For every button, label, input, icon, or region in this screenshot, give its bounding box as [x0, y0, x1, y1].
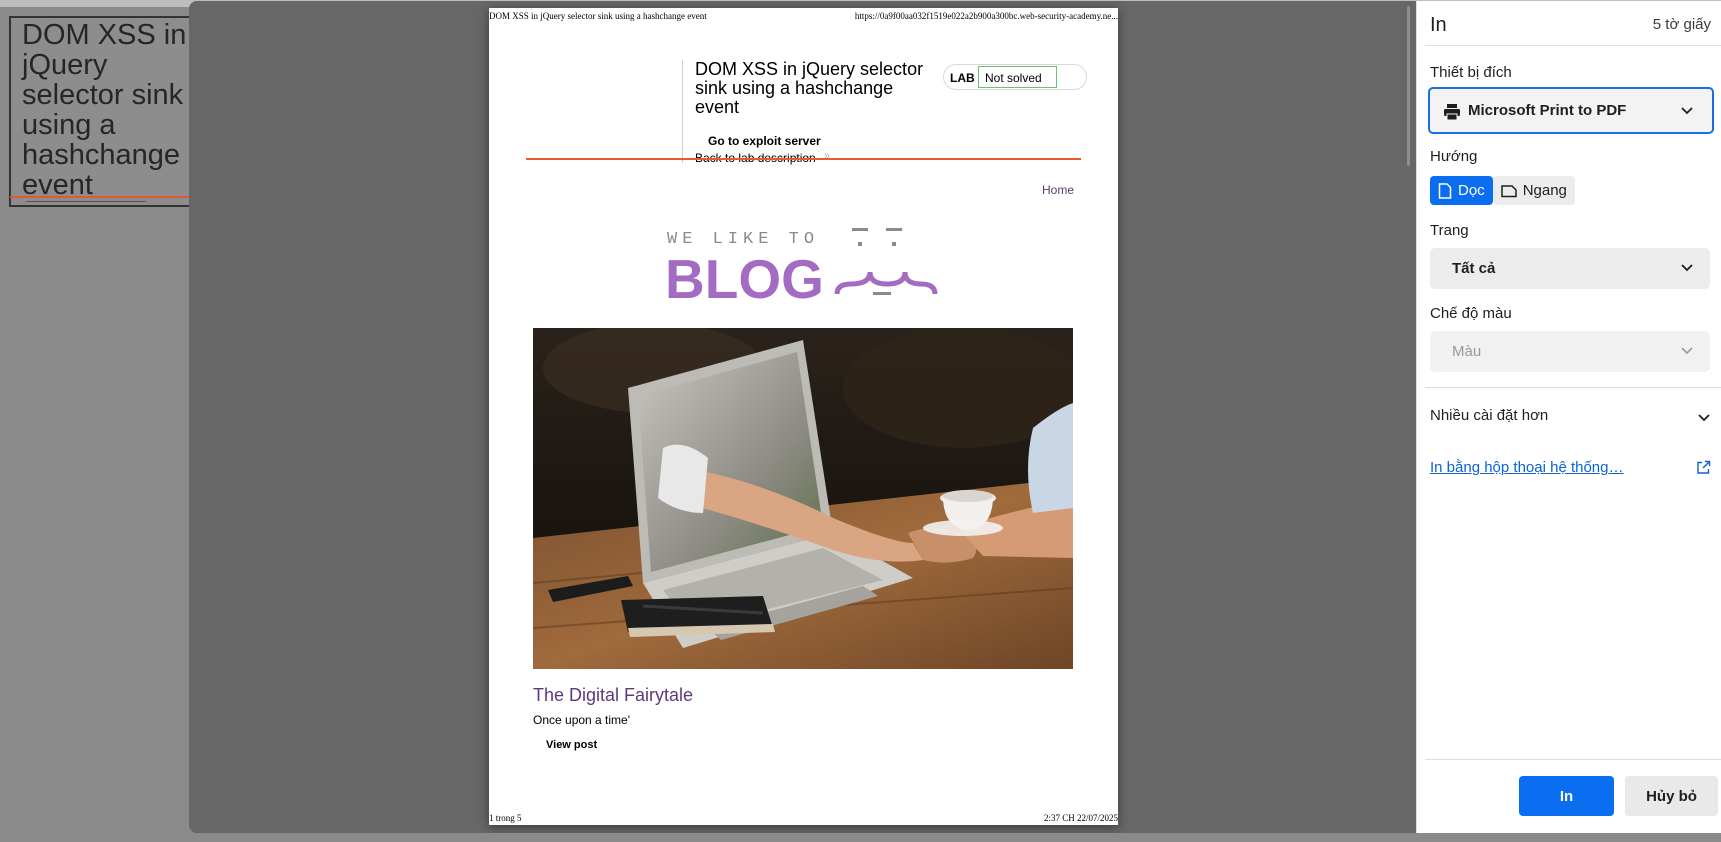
page-footer-page-count: 1 trong 5 [489, 813, 522, 823]
post-image [533, 328, 1073, 669]
destination-select[interactable]: Microsoft Print to PDF [1428, 87, 1714, 134]
blog-logo-top-text: WE LIKE TO [667, 230, 819, 249]
print-preview-area[interactable]: DOM XSS in jQuery selector sink using a … [189, 1, 1416, 833]
exploit-server-link: Go to exploit server [708, 134, 821, 148]
orientation-toggle: Dọc Ngang [1430, 176, 1575, 205]
chevron-down-icon[interactable] [1697, 410, 1711, 424]
orientation-portrait-button[interactable]: Dọc [1430, 176, 1493, 205]
page-footer-timestamp: 2:37 CH 22/07/2025 [1043, 813, 1118, 823]
lab-status-badge: LAB Not solved [943, 64, 1087, 90]
lab-badge-label: LAB [950, 71, 975, 85]
destination-label: Thiết bị đích [1430, 64, 1512, 81]
color-mode-select[interactable]: Màu [1430, 331, 1710, 372]
background-divider [26, 201, 146, 202]
blog-logo: WE LIKE TO BLOG [665, 228, 938, 310]
print-button[interactable]: In [1519, 776, 1614, 816]
lab-header-divider [682, 60, 683, 163]
footer-divider [1425, 759, 1721, 760]
print-settings-panel: In 5 tờ giấy Thiết bị đích Microsoft Pri… [1416, 1, 1721, 833]
preview-page: DOM XSS in jQuery selector sink using a … [489, 8, 1118, 825]
blog-logo-main-text: BLOG [665, 248, 824, 310]
printer-icon [1444, 104, 1460, 121]
chevron-down-icon [1681, 347, 1693, 355]
sheet-count: 5 tờ giấy [1652, 16, 1711, 33]
destination-value: Microsoft Print to PDF [1468, 102, 1627, 119]
page-header-title: DOM XSS in jQuery selector sink using a … [489, 11, 707, 21]
post-title: The Digital Fairytale [533, 685, 694, 705]
print-dialog: DOM XSS in jQuery selector sink using a … [189, 1, 1721, 833]
preview-scrollbar[interactable] [1407, 6, 1410, 166]
view-post-button: View post [546, 739, 598, 751]
header-divider [1425, 45, 1721, 46]
lab-status-text: Not solved [978, 66, 1057, 88]
orientation-portrait-label: Dọc [1458, 182, 1485, 199]
background-orange-divider [10, 196, 190, 198]
orientation-label: Hướng [1430, 148, 1478, 165]
chevron-right-icon: » [824, 150, 831, 162]
pages-label: Trang [1430, 222, 1469, 239]
print-dialog-title: In [1430, 14, 1447, 36]
document-portrait-icon [1438, 182, 1452, 199]
nav-home-link: Home [1041, 183, 1074, 197]
document-landscape-icon [1500, 184, 1517, 197]
color-mode-label: Chế độ màu [1430, 305, 1512, 322]
cancel-button[interactable]: Hủy bỏ [1625, 776, 1718, 816]
post-excerpt: Once upon a time' [533, 713, 631, 727]
background-lab-title: DOM XSS in jQuery selector sink using a … [22, 19, 187, 201]
orientation-landscape-button[interactable]: Ngang [1492, 176, 1575, 205]
orientation-landscape-label: Ngang [1522, 182, 1567, 199]
chevron-down-icon [1681, 264, 1693, 272]
settings-divider [1425, 387, 1721, 388]
pages-value: Tất cả [1452, 260, 1496, 277]
color-mode-value: Màu [1452, 343, 1482, 360]
more-settings-toggle[interactable]: Nhiều cài đặt hơn [1430, 407, 1548, 424]
lab-header-orange-line [526, 158, 1081, 160]
external-link-icon[interactable] [1696, 460, 1711, 475]
system-dialog-link[interactable]: In bằng hộp thoại hệ thống… [1430, 459, 1624, 476]
chevron-down-icon [1681, 107, 1693, 115]
pages-select[interactable]: Tất cả [1430, 248, 1710, 289]
lab-title: DOM XSS in jQuery selector sink using a … [695, 59, 924, 117]
page-header-url: https://0a9f00aa032f1519e022a2b900a300bc… [854, 11, 1118, 21]
